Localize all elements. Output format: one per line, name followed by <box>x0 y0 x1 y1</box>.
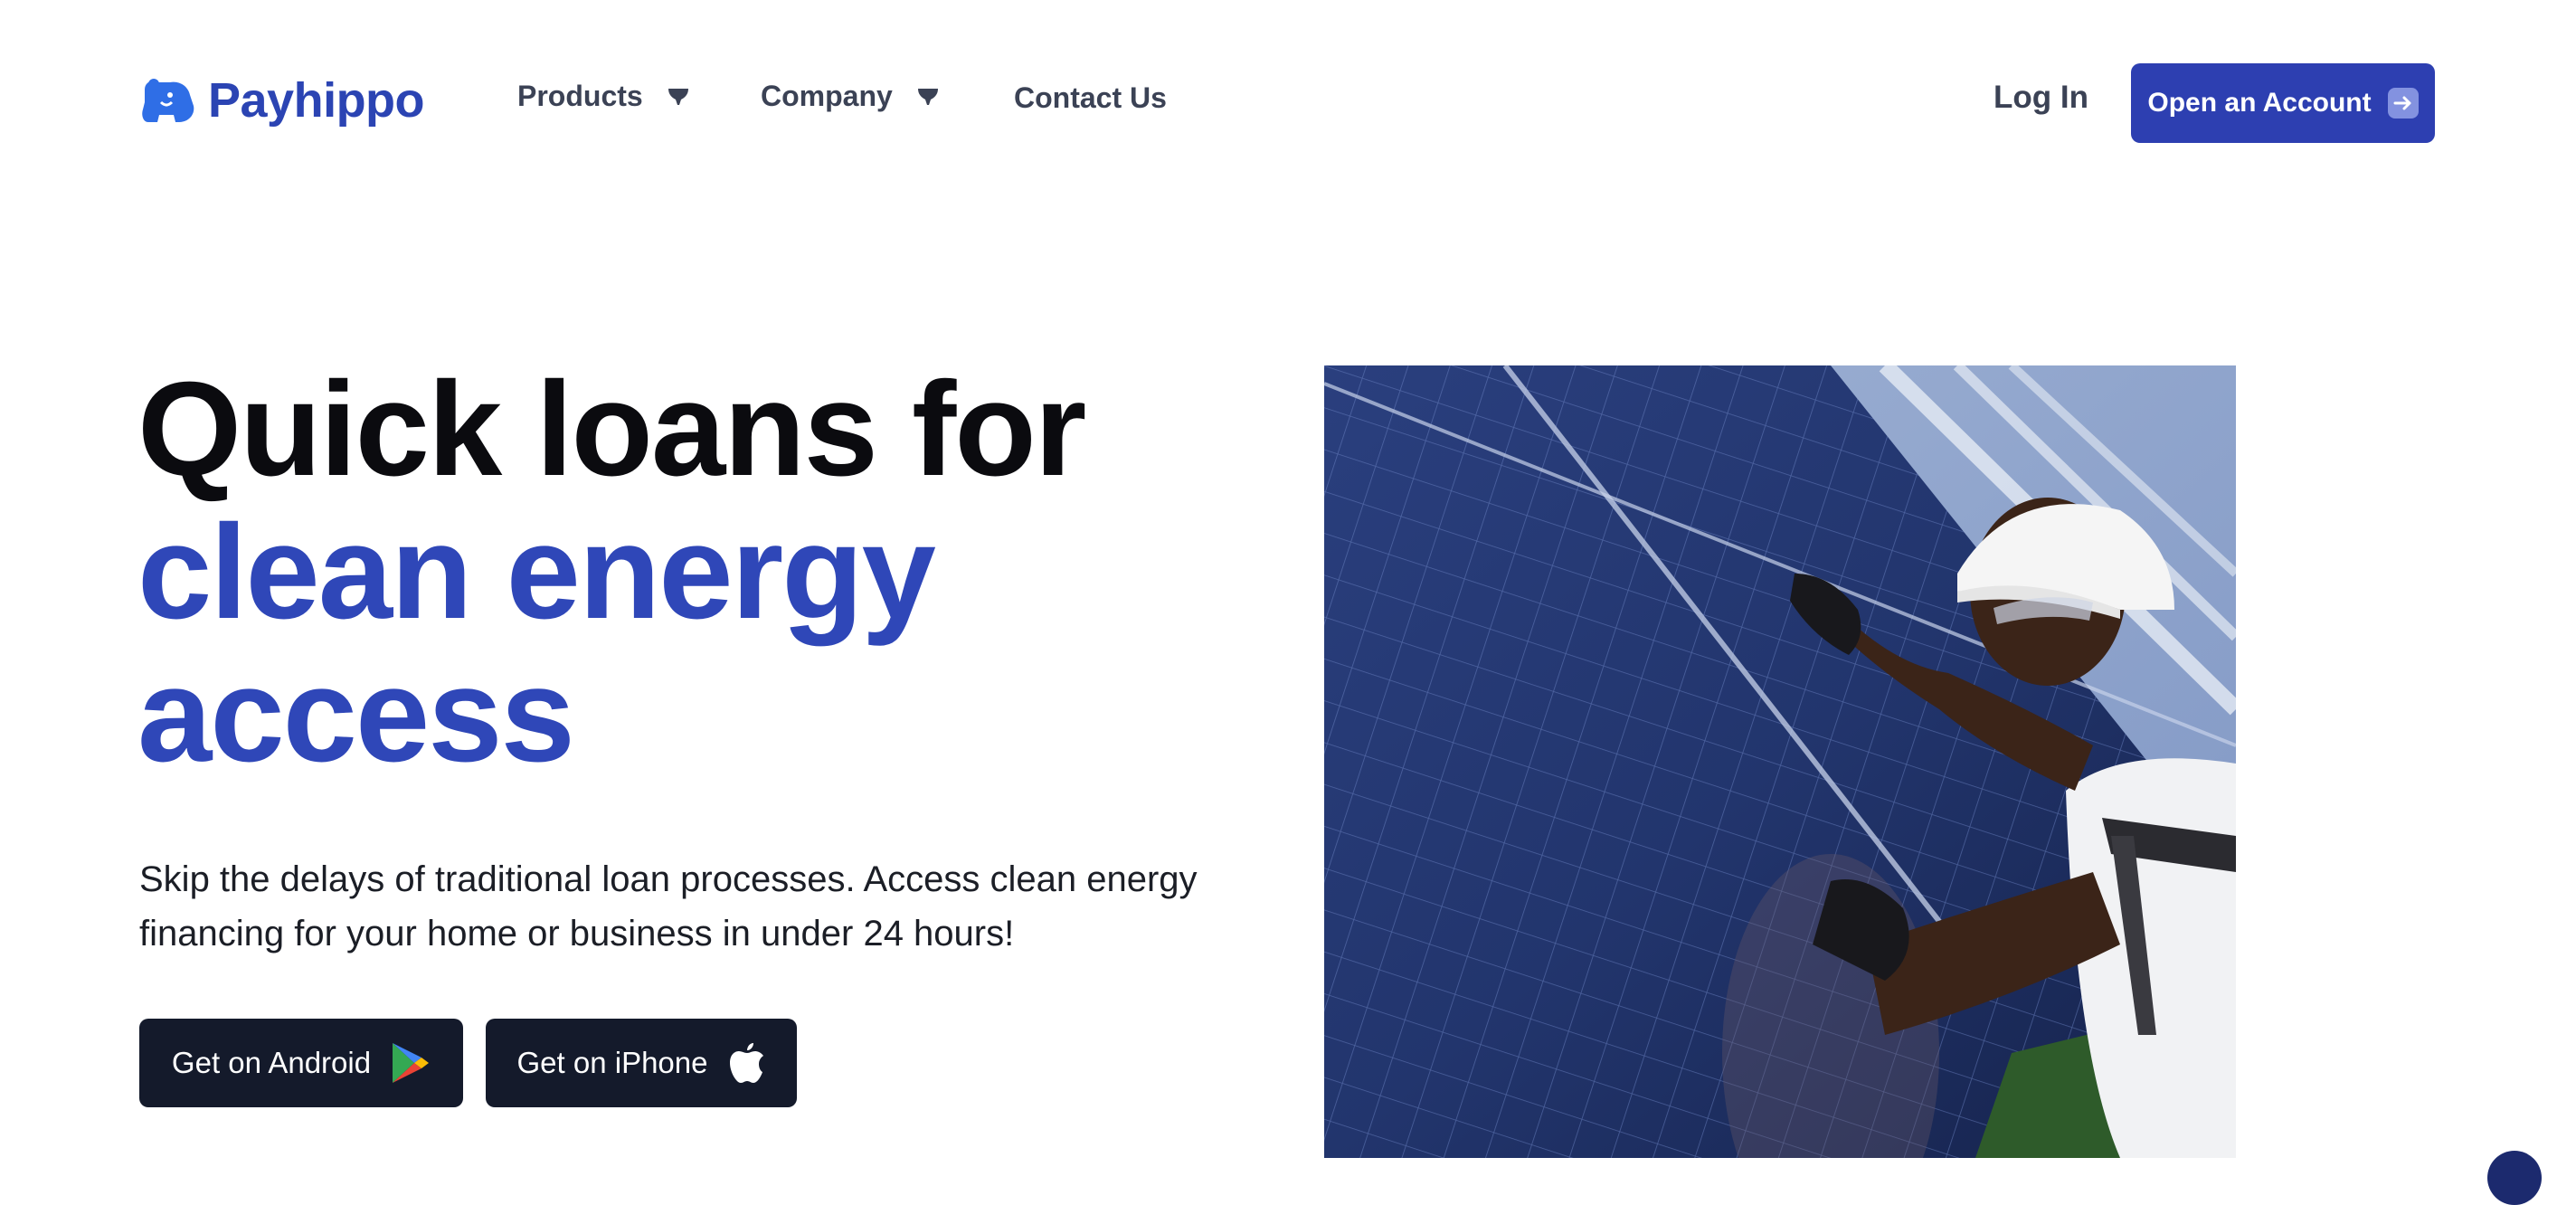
google-play-icon <box>393 1043 430 1083</box>
arrow-right-icon <box>2387 88 2419 119</box>
android-button-label: Get on Android <box>171 1046 372 1079</box>
iphone-button-label: Get on iPhone <box>516 1046 708 1079</box>
hippo-logo-icon <box>142 79 194 122</box>
chevron-down-icon <box>668 88 688 105</box>
nav-contact-label: Contact Us <box>1014 81 1167 114</box>
android-download-button[interactable]: Get on Android <box>139 1019 463 1107</box>
iphone-download-button[interactable]: Get on iPhone <box>486 1019 797 1107</box>
nav-products-label: Products <box>517 80 643 112</box>
apple-icon <box>729 1043 763 1083</box>
hero-heading-line2: clean energy <box>137 498 936 647</box>
brand-logo[interactable]: Payhippo <box>139 72 425 128</box>
open-account-label: Open an Account <box>2147 88 2372 118</box>
hero-image-solar-worker <box>1324 365 2236 1158</box>
hero-subtitle: Skip the delays of traditional loan proc… <box>139 859 1198 954</box>
chevron-down-icon <box>917 88 938 105</box>
nav-contact[interactable]: Contact Us <box>1014 81 1167 115</box>
hero-heading-line1: Quick loans for <box>137 355 1086 504</box>
brand-name: Payhippo <box>208 73 425 128</box>
login-link[interactable]: Log In <box>1994 80 2088 116</box>
nav-products[interactable]: Products <box>517 80 690 113</box>
chat-widget-button[interactable] <box>2487 1151 2542 1205</box>
nav-company[interactable]: Company <box>761 80 940 113</box>
hero-heading: Quick loans for clean energy access <box>137 355 1086 790</box>
hero-heading-line3: access <box>137 640 575 790</box>
open-account-button[interactable]: Open an Account <box>2131 63 2435 143</box>
top-navigation: Payhippo Products Company Contact Us Log… <box>0 0 2576 208</box>
nav-company-label: Company <box>761 80 893 112</box>
